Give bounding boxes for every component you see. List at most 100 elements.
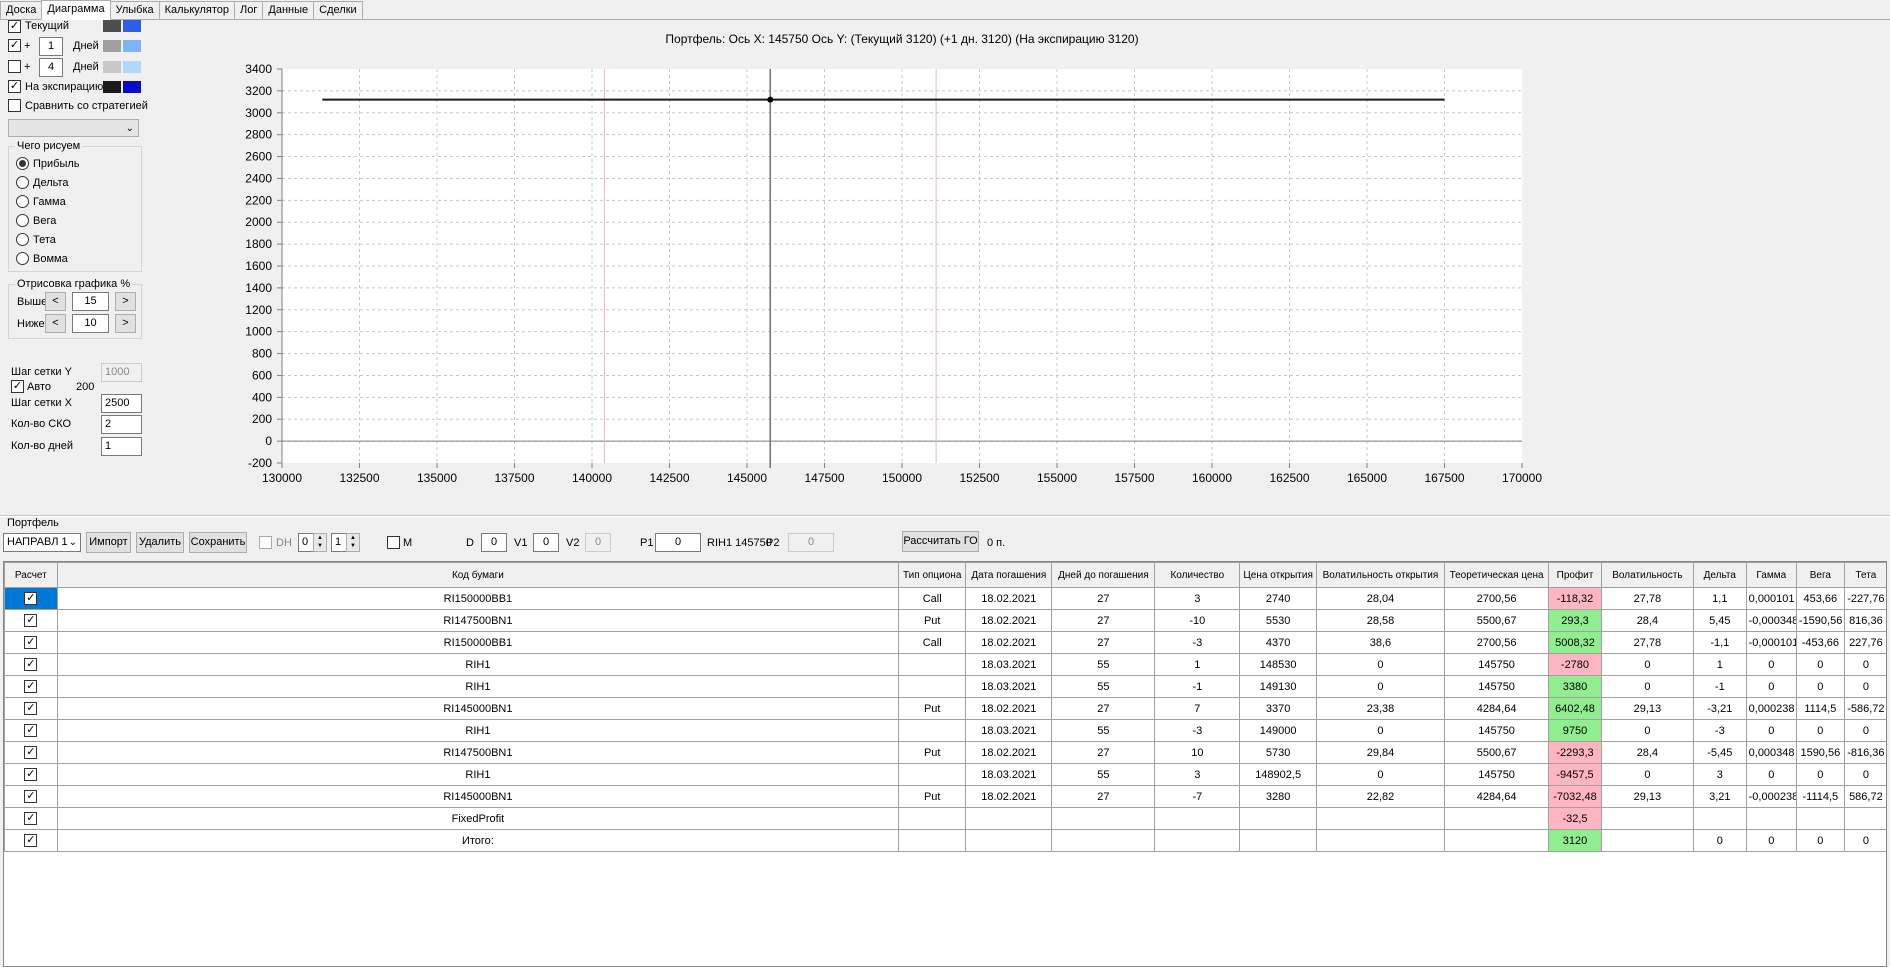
cell-qty[interactable]: -10 (1154, 609, 1241, 632)
col-header-calc[interactable]: Расчет (4, 562, 58, 588)
cell-calc[interactable]: ✓ (4, 763, 58, 786)
cell-date[interactable]: 18.03.2021 (965, 719, 1053, 742)
tab-data[interactable]: Данные (262, 1, 315, 19)
cell-open-price[interactable]: 149000 (1239, 719, 1317, 742)
table-row[interactable]: ✓ RI150000BB1 Call 18.02.2021 27 3 2740 28,04 27… (4, 587, 1886, 610)
col-header-qty[interactable]: Количество (1154, 562, 1241, 588)
cell-vega[interactable]: 0 (1795, 763, 1845, 786)
days1-input[interactable]: 1 (39, 37, 63, 56)
cell-qty[interactable]: 3 (1154, 763, 1241, 786)
cell-profit[interactable]: 3120 (1548, 829, 1602, 852)
cell-calc[interactable]: ✓ (4, 631, 58, 654)
cell-type[interactable]: Call (898, 631, 967, 654)
cell-open-price[interactable]: 3370 (1239, 697, 1317, 720)
cell-type[interactable]: Put (898, 697, 967, 720)
d-input[interactable]: 0 (481, 533, 507, 552)
cell-vol[interactable]: 27,78 (1600, 587, 1694, 610)
cell-gamma[interactable]: -0,000238 (1745, 785, 1797, 808)
cell-type[interactable]: Call (898, 587, 967, 610)
tab-deals[interactable]: Сделки (313, 1, 363, 19)
cell-open-vol[interactable]: 0 (1315, 763, 1446, 786)
splitter[interactable] (0, 515, 1890, 517)
cell-type[interactable] (898, 807, 967, 830)
cell-profit[interactable]: -2293,3 (1548, 741, 1602, 764)
payoff-chart[interactable]: Портфель: Ось X: 145750 Ось Y: (Текущий … (228, 32, 1890, 507)
cell-theta[interactable]: 816,36 (1843, 609, 1886, 632)
radio-theta[interactable] (16, 233, 29, 246)
cell-calc[interactable]: ✓ (4, 719, 58, 742)
table-row[interactable]: ✓ RI147500BN1 Put 18.02.2021 27 -10 5530 28,58 5… (4, 609, 1886, 632)
cell-code[interactable]: RIH1 (56, 675, 900, 698)
cell-profit[interactable]: -32,5 (1548, 807, 1602, 830)
import-button[interactable]: Импорт (86, 532, 131, 553)
cell-theta[interactable]: 0 (1843, 829, 1886, 852)
days1-color-2[interactable] (123, 40, 141, 52)
col-header-date[interactable]: Дата погашения (965, 562, 1053, 588)
cell-code[interactable]: RI145000BN1 (56, 785, 900, 808)
cell-type[interactable] (898, 719, 967, 742)
cell-theta[interactable] (1843, 807, 1886, 830)
cell-gamma[interactable]: -0,000101 (1745, 631, 1797, 654)
cell-delta[interactable]: 0 (1692, 829, 1747, 852)
cell-theor-price[interactable]: 145750 (1444, 653, 1550, 676)
v1-input[interactable]: 0 (533, 533, 559, 552)
cell-open-vol[interactable] (1315, 829, 1446, 852)
cell-theta[interactable]: -227,76 (1843, 587, 1886, 610)
sko-input[interactable]: 2 (101, 415, 142, 434)
cell-open-vol[interactable]: 38,6 (1315, 631, 1446, 654)
cell-delta[interactable]: 3,21 (1692, 785, 1747, 808)
spin2-arrows[interactable]: ▲ ▼ (346, 533, 360, 552)
delete-button[interactable]: Удалить (136, 532, 184, 553)
cell-delta[interactable]: 1 (1692, 653, 1747, 676)
cell-vol[interactable] (1600, 807, 1694, 830)
table-row[interactable]: ✓ RI150000BB1 Call 18.02.2021 27 -3 4370 38,6 27… (4, 631, 1886, 654)
cell-type[interactable] (898, 763, 967, 786)
cell-days[interactable]: 55 (1051, 763, 1156, 786)
cell-open-price[interactable]: 149130 (1239, 675, 1317, 698)
cell-calc[interactable]: ✓ (4, 785, 58, 808)
cell-code[interactable]: Итого: (56, 829, 900, 852)
cell-theor-price[interactable] (1444, 807, 1550, 830)
cell-theta[interactable]: -816,36 (1843, 741, 1886, 764)
radio-vomma[interactable] (16, 252, 29, 265)
cell-profit[interactable]: -7032,48 (1548, 785, 1602, 808)
cell-type[interactable]: Put (898, 741, 967, 764)
col-header-delta[interactable]: Дельта (1692, 562, 1747, 588)
cell-theta[interactable]: 227,76 (1843, 631, 1886, 654)
cell-gamma[interactable]: 0 (1745, 653, 1797, 676)
cell-days[interactable]: 27 (1051, 741, 1156, 764)
cell-open-price[interactable]: 3280 (1239, 785, 1317, 808)
cell-theor-price[interactable]: 4284,64 (1444, 697, 1550, 720)
cell-days[interactable]: 27 (1051, 631, 1156, 654)
calculate-go-button[interactable]: Рассчитать ГО (902, 531, 979, 552)
cell-code[interactable]: RI147500BN1 (56, 741, 900, 764)
cell-theta[interactable]: 0 (1843, 653, 1886, 676)
cell-theor-price[interactable]: 145750 (1444, 763, 1550, 786)
cell-vol[interactable]: 28,4 (1600, 609, 1694, 632)
cell-code[interactable]: RI150000BB1 (56, 587, 900, 610)
row-calc-checkbox[interactable]: ✓ (24, 636, 38, 649)
cell-profit[interactable]: 5008,32 (1548, 631, 1602, 654)
cell-delta[interactable] (1692, 807, 1747, 830)
row-calc-checkbox[interactable]: ✓ (24, 724, 38, 737)
cell-date[interactable]: 18.02.2021 (965, 741, 1053, 764)
cell-gamma[interactable]: -0,000348 (1745, 609, 1797, 632)
col-header-type[interactable]: Тип опциона (898, 562, 967, 588)
cell-calc[interactable]: ✓ (4, 829, 58, 852)
cell-days[interactable] (1051, 829, 1156, 852)
cell-delta[interactable]: -1,1 (1692, 631, 1747, 654)
col-header-theta[interactable]: Тета (1843, 562, 1886, 588)
portfolio-table[interactable]: Расчет Код бумаги Тип опциона Дата погаш… (3, 561, 1887, 967)
cell-theor-price[interactable]: 5500,67 (1444, 741, 1550, 764)
below-increase-button[interactable]: > (115, 314, 136, 333)
cell-vega[interactable]: 0 (1795, 653, 1845, 676)
cell-vega[interactable]: 453,66 (1795, 587, 1845, 610)
cell-date[interactable]: 18.03.2021 (965, 675, 1053, 698)
cell-vol[interactable]: 28,4 (1600, 741, 1694, 764)
cell-theor-price[interactable]: 2700,56 (1444, 587, 1550, 610)
days2-color-1[interactable] (103, 61, 121, 73)
table-row[interactable]: ✓ RI145000BN1 Put 18.02.2021 27 -7 3280 22,82 42… (4, 785, 1886, 808)
cell-delta[interactable]: -5,45 (1692, 741, 1747, 764)
table-row[interactable]: ✓ RIH1 18.03.2021 55 -1 149130 0 145750 3380 0 -1 0… (4, 675, 1886, 698)
days2-color-2[interactable] (123, 61, 141, 73)
